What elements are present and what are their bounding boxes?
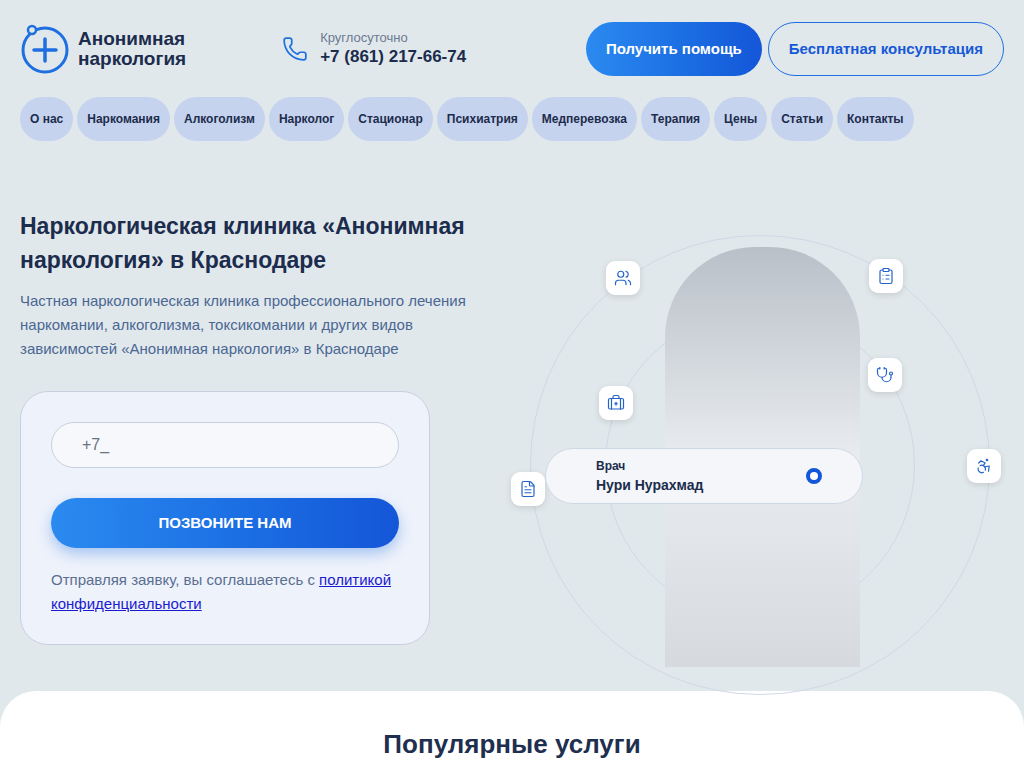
- feature-badge: [869, 259, 903, 293]
- feature-badge: [868, 358, 902, 392]
- doctor-showcase: ВрачНури Нурахмад: [500, 229, 1004, 689]
- contact-label: Круглосуточно: [320, 30, 466, 46]
- doctor-badge: ВрачНури Нурахмад: [545, 448, 863, 504]
- consent-text: Отправляя заявку, вы соглашаетесь с поли…: [51, 568, 399, 616]
- wheelchair-icon: [975, 457, 993, 475]
- services-title: Популярные услуги: [383, 725, 640, 764]
- nav-item[interactable]: Статьи: [771, 97, 833, 141]
- privacy-link[interactable]: политикой конфиденциальности: [51, 571, 391, 612]
- callback-form: ПОЗВОНИТЕ НАМ Отправляя заявку, вы соглаш…: [20, 391, 430, 645]
- nav-item[interactable]: Контакты: [837, 97, 914, 141]
- page: Анонимнаянаркология Круглосуточно+7 (861)…: [0, 0, 1024, 768]
- stethoscope-icon: [876, 366, 894, 384]
- header: Анонимнаянаркология Круглосуточно+7 (861)…: [0, 0, 1024, 76]
- hero-title: Наркологическая клиника «Анонимная нарко…: [20, 209, 490, 277]
- feature-badge: [511, 472, 545, 506]
- document-icon: [519, 480, 537, 498]
- feature-badge: [599, 386, 633, 420]
- nav-item[interactable]: Терапия: [641, 97, 710, 141]
- status-dot-icon: [806, 468, 822, 484]
- hero-subtitle: Частная наркологическая клиника професси…: [20, 289, 490, 361]
- feature-badge: [967, 449, 1001, 483]
- phone-input[interactable]: [51, 422, 399, 468]
- patients-icon: [614, 269, 632, 287]
- nav-bar: О насНаркоманияАлкоголизмНаркологСтацион…: [0, 97, 1024, 141]
- nav-item[interactable]: Медперевозка: [532, 97, 637, 141]
- nav-item[interactable]: Психиатрия: [437, 97, 528, 141]
- feature-badge: [606, 261, 640, 295]
- hero: Наркологическая клиника «Анонимная нарко…: [0, 141, 1024, 689]
- nav-item[interactable]: Цены: [714, 97, 767, 141]
- nav-item[interactable]: Стационар: [348, 97, 433, 141]
- logo-icon: [20, 23, 70, 75]
- nav-item[interactable]: Нарколог: [269, 97, 344, 141]
- consultation-button[interactable]: Бесплатная консультация: [768, 22, 1004, 76]
- contact: Круглосуточно+7 (861) 217-66-74: [282, 30, 466, 68]
- doctor-role: Врач: [596, 457, 703, 475]
- nav-item[interactable]: Наркомания: [77, 97, 170, 141]
- logo-line: наркология: [78, 49, 186, 69]
- nav-item[interactable]: Алкоголизм: [174, 97, 265, 141]
- help-button[interactable]: Получить помощь: [586, 22, 762, 76]
- nav-item[interactable]: О нас: [20, 97, 73, 141]
- logo[interactable]: Анонимнаянаркология: [20, 23, 186, 75]
- logo-line: Анонимная: [78, 29, 186, 49]
- phone-icon: [282, 36, 308, 62]
- doctor-name: Нури Нурахмад: [596, 475, 703, 495]
- services-section: Популярные услуги: [0, 691, 1024, 768]
- medkit-icon: [607, 394, 625, 412]
- clipboard-icon: [877, 267, 895, 285]
- call-button[interactable]: ПОЗВОНИТЕ НАМ: [51, 498, 399, 548]
- phone-number[interactable]: +7 (861) 217-66-74: [320, 46, 466, 68]
